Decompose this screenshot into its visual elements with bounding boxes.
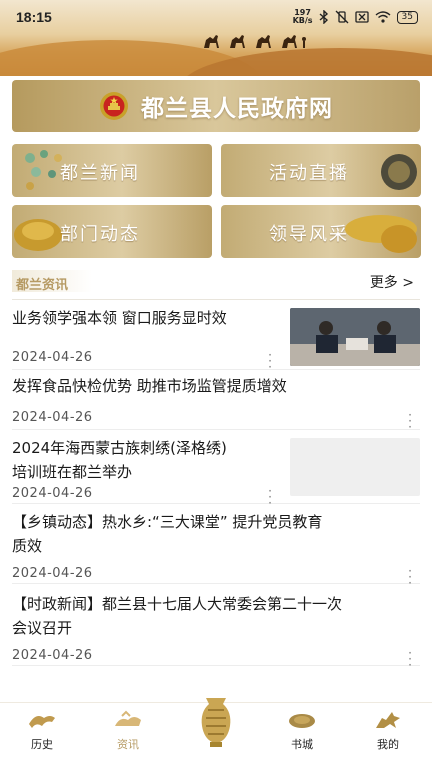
history-icon (29, 716, 55, 728)
news-title: 【乡镇动态】热水乡:“三大课堂” 提升党员教育 (12, 513, 323, 531)
tile-label: 部门动态 (60, 224, 140, 245)
news-title: 业务领学强本领 窗口服务显时效 (12, 309, 227, 327)
wifi-icon (375, 11, 391, 23)
news-date: 2024-04-26 (12, 350, 93, 365)
national-emblem-icon (100, 92, 128, 120)
nav-profile[interactable]: 我的 (356, 703, 420, 757)
site-title-card[interactable]: 都兰县人民政府网 (12, 80, 420, 132)
net-speed: 197 KB/s (293, 9, 313, 25)
more-options-icon[interactable]: · · · (406, 647, 414, 671)
nav-news[interactable]: 资讯 (96, 703, 160, 757)
news-date: 2024-04-26 (12, 410, 93, 425)
nav-label: 历史 (31, 738, 53, 751)
tile-dulan-news[interactable]: 都兰新闻 (12, 144, 212, 197)
vibrate-off-icon (335, 10, 349, 24)
news-date: 2024-04-26 (12, 486, 93, 501)
more-link[interactable]: 更多 > (370, 272, 414, 292)
site-title: 都兰县人民政府网 (141, 96, 333, 122)
tile-department-news[interactable]: 部门动态 (12, 205, 212, 258)
net-speed-unit: KB/s (292, 16, 313, 25)
news-item[interactable]: 2024年海西蒙古族刺绣(泽格绣) 培训班在都兰举办 2024-04-26 · ·… (12, 430, 420, 509)
news-title-line2: 质效 (12, 537, 43, 555)
bluetooth-icon (319, 10, 328, 24)
section-title: 都兰资讯 (16, 278, 69, 293)
news-title: 发挥食品快检优势 助推市场监管提质增效 (12, 377, 287, 395)
news-title: 2024年海西蒙古族刺绣(泽格绣) (12, 439, 227, 457)
nav-label: 书城 (291, 738, 313, 751)
nav-label: 我的 (377, 738, 399, 751)
meeting-photo-image (290, 308, 420, 366)
news-title-line2: 培训班在都兰举办 (12, 463, 133, 481)
more-options-icon[interactable]: · · · (406, 409, 414, 433)
tile-live-events[interactable]: 活动直播 (221, 144, 421, 197)
news-section-header: 都兰资讯 更多 > (12, 264, 420, 300)
nav-label: 资讯 (117, 738, 139, 751)
profile-icon (376, 712, 400, 728)
nav-history[interactable]: 历史 (10, 703, 74, 757)
tile-label: 活动直播 (269, 163, 349, 184)
center-vessel-icon[interactable] (192, 692, 240, 750)
bookstore-icon (289, 714, 315, 728)
tile-label: 都兰新闻 (60, 163, 140, 184)
news-title: 【时政新闻】都兰县十七届人大常委会第二十一次 (12, 595, 343, 613)
status-bar: 18:15 197 KB/s 35 (0, 0, 432, 34)
nav-bookstore[interactable]: 书城 (270, 703, 334, 757)
battery-icon: 35 (396, 10, 418, 24)
bronze-artifact-icon (381, 154, 417, 190)
sim-x-icon (354, 11, 369, 23)
system-gesture-bar (0, 756, 432, 768)
tile-leadership[interactable]: 领导风采 (221, 205, 421, 258)
news-item[interactable]: 发挥食品快检优势 助推市场监管提质增效 2024-04-26 · · · (12, 370, 420, 433)
more-options-icon[interactable]: · · · (266, 349, 274, 373)
gold-ornament-icon (345, 215, 417, 253)
news-title-line2: 会议召开 (12, 619, 73, 637)
news-date: 2024-04-26 (12, 648, 93, 663)
news-item[interactable]: 业务领学强本领 窗口服务显时效 2024-04-26 · · · (12, 304, 420, 373)
news-thumbnail-placeholder (290, 438, 420, 496)
news-item[interactable]: 【时政新闻】都兰县十七届人大常委会第二十一次 会议召开 2024-04-26 ·… (12, 584, 420, 671)
news-date: 2024-04-26 (12, 566, 93, 581)
status-time: 18:15 (16, 9, 52, 25)
news-item[interactable]: 【乡镇动态】热水乡:“三大课堂” 提升党员教育 质效 2024-04-26 · ·… (12, 504, 420, 589)
status-icons: 197 KB/s 35 (293, 9, 418, 25)
news-icon (115, 710, 141, 726)
news-thumbnail (290, 308, 420, 366)
